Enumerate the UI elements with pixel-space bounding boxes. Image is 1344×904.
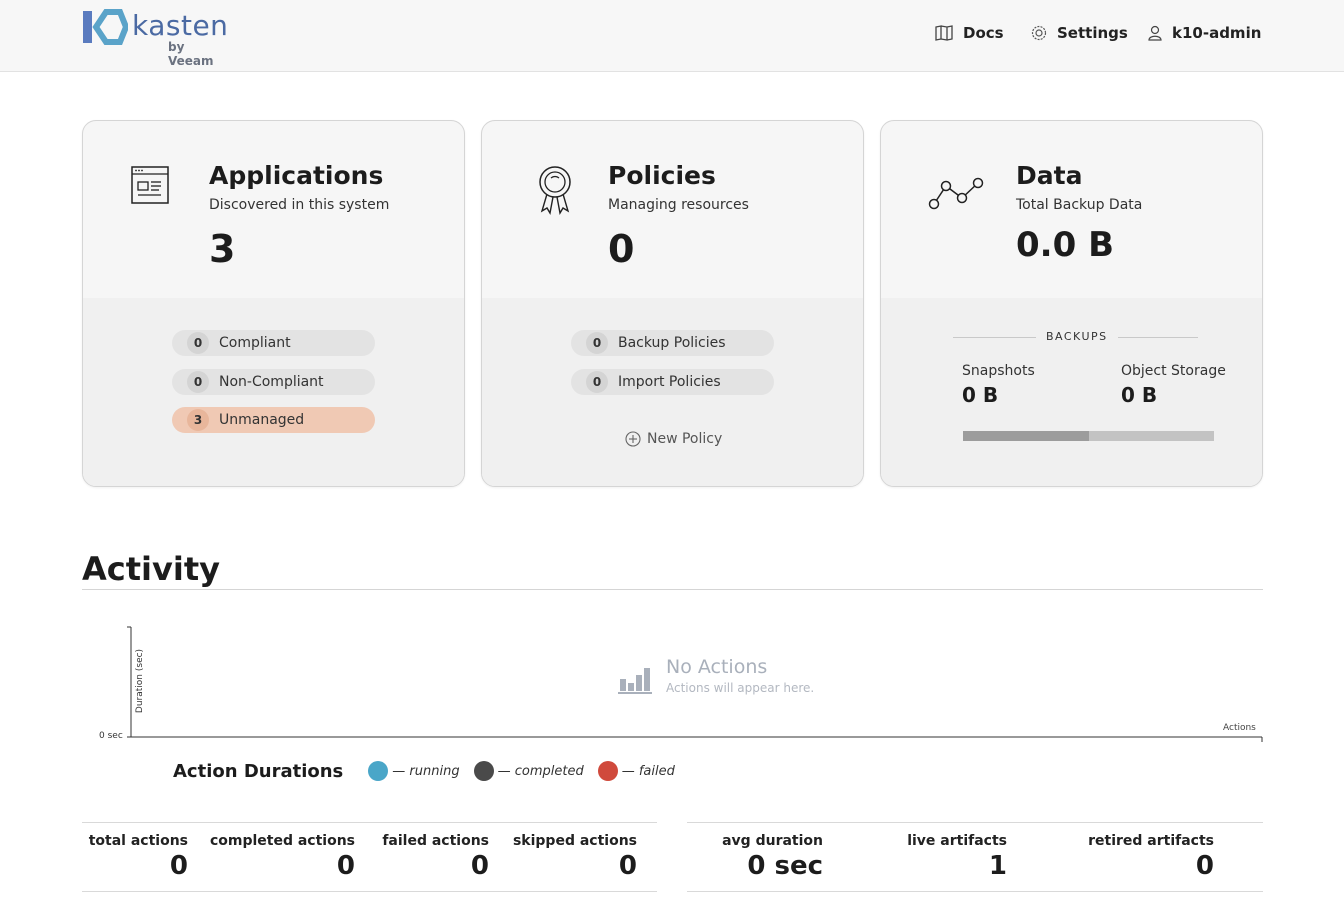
application-window-icon bbox=[131, 166, 169, 204]
compliant-count: 0 bbox=[187, 332, 209, 354]
empty-state-subtitle: Actions will appear here. bbox=[666, 681, 815, 695]
data-total: 0.0 B bbox=[1016, 225, 1114, 265]
unmanaged-pill[interactable]: 3 Unmanaged bbox=[172, 407, 375, 433]
non-compliant-label: Non-Compliant bbox=[219, 374, 324, 390]
action-stats: total actions 0 completed actions 0 fail… bbox=[82, 822, 657, 892]
data-card-footer bbox=[881, 298, 1262, 486]
stat-failed-actions-label: failed actions bbox=[382, 833, 489, 849]
backup-policies-pill[interactable]: 0 Backup Policies bbox=[571, 330, 774, 356]
unmanaged-count: 3 bbox=[187, 409, 209, 431]
unmanaged-label: Unmanaged bbox=[219, 412, 305, 428]
chart-legend: Action Durations — running — completed —… bbox=[173, 758, 689, 784]
applications-count: 3 bbox=[209, 227, 236, 271]
nav-user[interactable]: k10-admin bbox=[1148, 22, 1261, 44]
stat-live-artifacts: live artifacts 1 bbox=[907, 833, 1007, 881]
data-title: Data bbox=[1016, 161, 1083, 190]
data-card[interactable]: Data Total Backup Data 0.0 B BACKUPS Sna… bbox=[880, 120, 1263, 487]
legend-failed-label: — failed bbox=[621, 763, 675, 779]
stat-completed-actions-value: 0 bbox=[336, 851, 355, 881]
award-ribbon-icon bbox=[539, 166, 571, 215]
stat-completed-actions-label: completed actions bbox=[209, 833, 355, 849]
stat-retired-artifacts-label: retired artifacts bbox=[1088, 833, 1214, 849]
action-durations-chart: Duration (sec) 0 sec Actions No Actions … bbox=[82, 620, 1272, 750]
applications-subtitle: Discovered in this system bbox=[209, 197, 390, 213]
stat-skipped-actions: skipped actions 0 bbox=[513, 833, 637, 881]
import-policies-count: 0 bbox=[586, 371, 608, 393]
legend-running-label: — running bbox=[392, 763, 460, 779]
new-policy-button[interactable]: New Policy bbox=[625, 431, 722, 447]
empty-state: No Actions Actions will appear here. bbox=[618, 656, 814, 695]
snapshots-value: 0 B bbox=[962, 383, 999, 407]
snapshots-label: Snapshots bbox=[962, 363, 1035, 379]
backup-policies-count: 0 bbox=[586, 332, 608, 354]
activity-title: Activity bbox=[82, 550, 220, 588]
stat-total-actions-value: 0 bbox=[169, 851, 188, 881]
legend-completed: — completed bbox=[473, 761, 584, 781]
book-icon bbox=[935, 25, 953, 41]
empty-state-title: No Actions bbox=[666, 656, 768, 678]
stat-avg-duration-label: avg duration bbox=[722, 833, 823, 849]
nav-settings-label: Settings bbox=[1057, 24, 1128, 42]
policies-subtitle: Managing resources bbox=[608, 197, 749, 213]
stat-live-artifacts-value: 1 bbox=[988, 851, 1007, 881]
legend-failed: — failed bbox=[597, 761, 675, 781]
artifact-stats: avg duration 0 sec live artifacts 1 reti… bbox=[687, 822, 1263, 892]
stat-total-actions: total actions 0 bbox=[89, 833, 188, 881]
import-policies-label: Import Policies bbox=[618, 374, 721, 390]
y-axis-label: Duration (sec) bbox=[135, 648, 145, 714]
top-bar: kasten by Veeam Docs Settings k10-admin bbox=[0, 0, 1344, 72]
nav-docs-label: Docs bbox=[963, 24, 1004, 42]
non-compliant-pill[interactable]: 0 Non-Compliant bbox=[172, 369, 375, 395]
stat-retired-artifacts: retired artifacts 0 bbox=[1088, 833, 1214, 881]
stat-skipped-actions-value: 0 bbox=[618, 851, 637, 881]
policies-count: 0 bbox=[608, 227, 635, 271]
compliant-label: Compliant bbox=[219, 335, 291, 351]
non-compliant-count: 0 bbox=[187, 371, 209, 393]
object-storage-value: 0 B bbox=[1121, 383, 1158, 407]
stat-avg-duration-value: 0 sec bbox=[747, 851, 823, 881]
plus-circle-icon bbox=[625, 431, 641, 447]
y-axis-zero-label: 0 sec bbox=[99, 731, 123, 741]
stat-skipped-actions-label: skipped actions bbox=[512, 833, 637, 849]
nav-user-label: k10-admin bbox=[1172, 24, 1262, 42]
bar-chart-icon bbox=[618, 668, 652, 694]
brand-name: kasten bbox=[132, 9, 229, 42]
activity-divider bbox=[82, 589, 1263, 590]
legend-running: — running bbox=[368, 761, 460, 781]
legend-running-dot bbox=[368, 761, 389, 781]
backups-label: BACKUPS bbox=[1036, 330, 1118, 343]
kasten-logo[interactable]: kasten by Veeam bbox=[82, 9, 232, 68]
stat-total-actions-label: total actions bbox=[88, 833, 188, 849]
stat-live-artifacts-label: live artifacts bbox=[907, 833, 1007, 849]
stat-retired-artifacts-value: 0 bbox=[1195, 851, 1214, 881]
legend-completed-dot bbox=[473, 761, 494, 781]
x-axis-label: Actions bbox=[1223, 723, 1256, 733]
stat-avg-duration: avg duration 0 sec bbox=[722, 833, 823, 881]
import-policies-pill[interactable]: 0 Import Policies bbox=[571, 369, 774, 395]
user-icon bbox=[1148, 25, 1162, 41]
backup-policies-label: Backup Policies bbox=[618, 335, 726, 351]
compliant-pill[interactable]: 0 Compliant bbox=[172, 330, 375, 356]
stat-completed-actions: completed actions 0 bbox=[210, 833, 355, 881]
backup-split-bar bbox=[963, 431, 1214, 441]
object-storage-label: Object Storage bbox=[1121, 363, 1226, 379]
applications-title: Applications bbox=[209, 161, 384, 190]
snapshots-bar-fill bbox=[963, 431, 1089, 441]
brand-sub: by Veeam bbox=[168, 40, 214, 68]
policies-card[interactable]: Policies Managing resources 0 0 Backup P… bbox=[481, 120, 864, 487]
applications-card[interactable]: Applications Discovered in this system 3… bbox=[82, 120, 465, 487]
gear-icon bbox=[1031, 25, 1047, 41]
new-policy-label: New Policy bbox=[647, 431, 723, 447]
policies-title: Policies bbox=[608, 161, 716, 190]
stat-failed-actions-value: 0 bbox=[470, 851, 489, 881]
nav-docs[interactable]: Docs bbox=[935, 22, 1004, 44]
nav-settings[interactable]: Settings bbox=[1031, 22, 1128, 44]
line-chart-icon bbox=[928, 177, 984, 210]
legend-failed-dot bbox=[597, 761, 618, 781]
legend-title: Action Durations bbox=[173, 760, 344, 782]
legend-completed-label: — completed bbox=[497, 763, 584, 779]
stat-failed-actions: failed actions 0 bbox=[382, 833, 489, 881]
kasten-logo-icon bbox=[83, 9, 128, 45]
data-subtitle: Total Backup Data bbox=[1016, 197, 1143, 213]
